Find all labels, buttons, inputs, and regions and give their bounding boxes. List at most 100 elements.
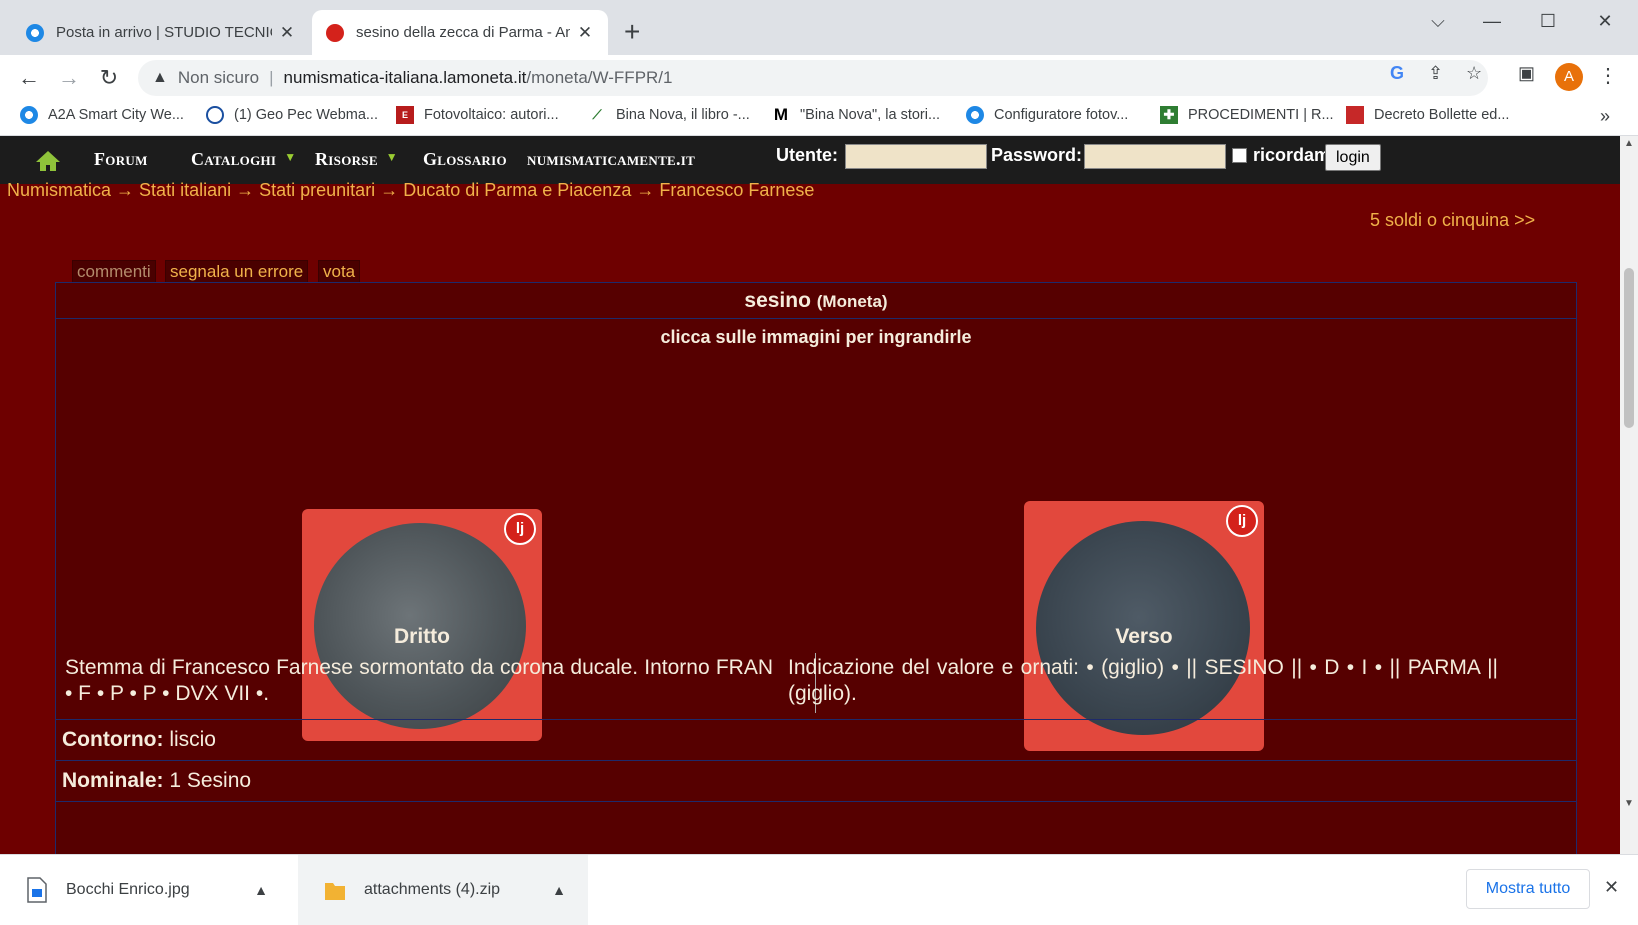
share-icon[interactable]: ⇪ [1428,63,1443,84]
vote-link[interactable]: vota [318,260,361,284]
reverse-description: Indicazione del valore e ornati: • (gigl… [788,656,1498,705]
bookmark-label: A2A Smart City We... [48,107,184,123]
bookmark-fotovoltaico[interactable]: E Fotovoltaico: autori... [396,106,559,124]
bookmark-procedimenti[interactable]: ✚ PROCEDIMENTI | R... [1160,106,1334,124]
chevron-up-icon[interactable]: ▲ [552,882,566,898]
tab-search-icon[interactable]: ⌵ [1418,6,1458,36]
nav-forum[interactable]: Forum [94,149,148,170]
tab-lamoneta[interactable]: sesino della zecca di Parma - Ant ✕ [312,10,608,55]
address-bar[interactable]: ▲ Non sicuro | numismatica-italiana.lamo… [138,60,1488,96]
profile-avatar[interactable]: A [1555,63,1583,91]
new-tab-button[interactable]: + [624,14,640,50]
breadcrumb-separator: → [631,180,660,200]
login-button[interactable]: login [1325,144,1381,171]
a2a-icon [20,106,38,124]
side-panel-icon[interactable]: ▣ [1518,63,1535,84]
enlarge-hint: clicca sulle immagini per ingrandirle [660,327,972,347]
bookmark-star-icon[interactable]: ☆ [1466,63,1482,84]
reverse-label: Verso [1115,625,1173,648]
close-tab-icon[interactable]: ✕ [278,23,296,43]
breadcrumb-stati-preunitari[interactable]: Stati preunitari [259,180,375,200]
next-coin-link[interactable]: 5 soldi o cinquina >> [1370,210,1535,231]
breadcrumb-stati-italiani[interactable]: Stati italiani [139,180,231,200]
image-file-icon [27,877,47,903]
nav-glossario[interactable]: Glossario [423,149,507,170]
lamoneta-logo-icon: lj [504,513,536,545]
reload-icon[interactable]: ↻ [94,63,124,93]
obverse-label: Dritto [394,625,450,648]
decreto-icon [1346,106,1364,124]
password-input[interactable] [1084,144,1226,169]
breadcrumb-separator: → [231,180,260,200]
outlook-favicon-icon [26,23,44,42]
download-item-zip[interactable]: attachments (4).zip ▲ [298,855,588,925]
nav-cataloghi[interactable]: Cataloghi ▼ [191,149,296,170]
bookmark-label: Decreto Bollette ed... [1374,107,1510,123]
bookmark-binanova-storia[interactable]: M "Bina Nova", la stori... [772,106,940,124]
field-nominale: Nominale: 1 Sesino [56,760,1576,801]
bookmark-label: Bina Nova, il libro -... [616,107,750,123]
url-host: numismatica-italiana.lamoneta.it [283,68,527,87]
nav-label: numismaticamente.it [527,149,696,169]
back-icon[interactable]: ← [14,63,44,93]
scroll-thumb[interactable] [1624,268,1634,428]
home-icon[interactable] [35,150,61,172]
nav-label: Forum [94,149,148,169]
coin-title: sesino (Moneta) [56,283,1576,319]
comments-link[interactable]: commenti [72,260,156,284]
close-window-button[interactable]: ✕ [1585,6,1625,36]
breadcrumb-francesco-farnese[interactable]: Francesco Farnese [659,180,814,200]
remember-checkbox[interactable]: ricordami [1232,145,1335,166]
google-icon[interactable]: G [1390,63,1404,84]
chevron-up-icon[interactable]: ▲ [254,882,268,898]
report-error-link[interactable]: segnala un errore [165,260,309,284]
menu-icon[interactable]: ⋮ [1598,63,1618,88]
username-input[interactable] [845,144,987,169]
download-item-jpg[interactable]: Bocchi Enrico.jpg ▲ [0,855,290,925]
breadcrumb-numismatica[interactable]: Numismatica [7,180,111,200]
password-label: Password: [991,145,1083,165]
field-value: 1 Sesino [169,769,252,792]
breadcrumb-separator: → [375,180,404,200]
scroll-up-icon[interactable]: ▲ [1624,138,1634,149]
page-scrollbar[interactable]: ▲ ▼ [1620,136,1638,854]
obverse-description: Stemma di Francesco Farnese sormontato d… [65,656,773,705]
close-tab-icon[interactable]: ✕ [576,23,594,43]
tab-mail[interactable]: Posta in arrivo | STUDIO TECNICO ✕ [12,10,310,55]
nav-risorse[interactable]: Risorse ▼ [315,149,398,170]
lamoneta-favicon-icon [326,23,344,42]
field-label: Nominale: [62,769,164,792]
nav-label: Risorse [315,149,378,169]
separator: | [269,68,274,87]
maximize-button[interactable]: ☐ [1528,6,1568,36]
user-label: Utente: [776,145,838,165]
forward-icon[interactable]: → [54,63,84,93]
site-navbar: Forum Cataloghi ▼ Risorse ▼ Glossario numi… [0,136,1620,184]
close-downloads-icon[interactable]: ✕ [1604,877,1619,898]
nav-label: Glossario [423,149,507,169]
breadcrumb-ducato[interactable]: Ducato di Parma e Piacenza [403,180,631,200]
bookmarks-overflow-icon[interactable]: » [1600,106,1610,127]
minimize-button[interactable]: — [1472,6,1512,36]
coin-name: sesino [744,289,811,312]
checkbox-box[interactable] [1232,148,1247,163]
show-all-button[interactable]: Mostra tutto [1466,869,1590,909]
bookmark-geopec[interactable]: (1) Geo Pec Webma... [206,106,378,124]
chevron-down-icon: ▼ [284,150,297,164]
warning-icon: ▲ [152,69,168,86]
breadcrumb-separator: → [111,180,140,200]
nav-numismaticamente[interactable]: numismaticamente.it [527,149,695,170]
url-text[interactable]: numismatica-italiana.lamoneta.it/moneta/… [284,68,673,88]
security-status: Non sicuro [177,68,260,87]
bookmark-decreto[interactable]: Decreto Bollette ed... [1346,106,1509,124]
chevron-down-icon: ▼ [385,150,398,164]
bookmark-a2a[interactable]: A2A Smart City We... [20,106,184,124]
edil-icon: E [396,106,414,124]
downloads-bar: Bocchi Enrico.jpg ▲ attachments (4).zip … [0,854,1638,925]
field-next [56,801,1576,854]
download-filename: attachments (4).zip [364,881,501,898]
scroll-down-icon[interactable]: ▼ [1624,798,1634,809]
bookmark-binanova-libro[interactable]: ⟋ Bina Nova, il libro -... [588,106,750,124]
bookmark-configuratore[interactable]: Configuratore fotov... [966,106,1128,124]
bookmark-label: Configuratore fotov... [994,107,1129,123]
